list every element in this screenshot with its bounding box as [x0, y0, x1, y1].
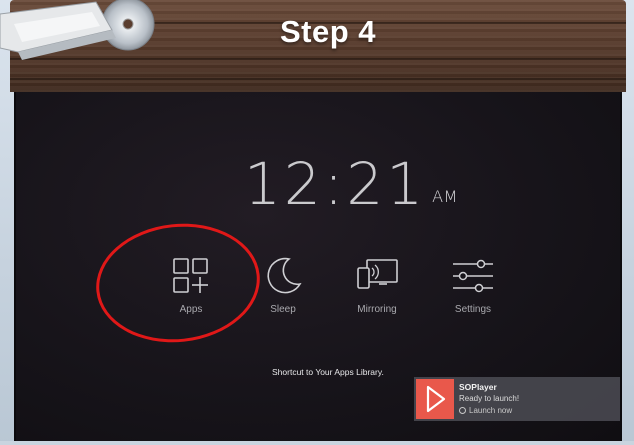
- launch-circle-icon: [459, 407, 466, 414]
- menu-label-mirroring: Mirroring: [357, 304, 397, 315]
- notification-app-name: SOPlayer: [459, 382, 497, 392]
- menu-item-settings[interactable]: Settings: [428, 254, 518, 324]
- notification-message: Ready to launch!: [459, 394, 520, 403]
- menu-label-settings: Settings: [454, 304, 492, 315]
- launch-now-button[interactable]: Launch now: [459, 406, 512, 415]
- computer-disc-decoration-icon: [0, 0, 155, 60]
- plank-divider: [10, 78, 626, 80]
- menu-label-sleep: Sleep: [270, 304, 296, 315]
- moon-icon: [267, 257, 302, 294]
- background-bottom: [0, 441, 634, 445]
- menu-item-mirroring[interactable]: Mirroring: [332, 254, 422, 324]
- settings-sliders-icon: [453, 259, 493, 293]
- launch-now-label: Launch now: [469, 406, 513, 415]
- soplayer-notification[interactable]: SOPlayer Ready to launch! Launch now: [414, 377, 620, 421]
- step-title: Step 4: [280, 14, 377, 49]
- clock: 12:21 AM: [244, 150, 458, 218]
- apps-shortcut-hint: Shortcut to Your Apps Library.: [272, 367, 384, 377]
- clock-period: AM: [432, 187, 458, 206]
- clock-time: 12:21: [244, 150, 427, 218]
- soplayer-logo-icon: [416, 379, 454, 419]
- mirroring-icon: [357, 259, 398, 289]
